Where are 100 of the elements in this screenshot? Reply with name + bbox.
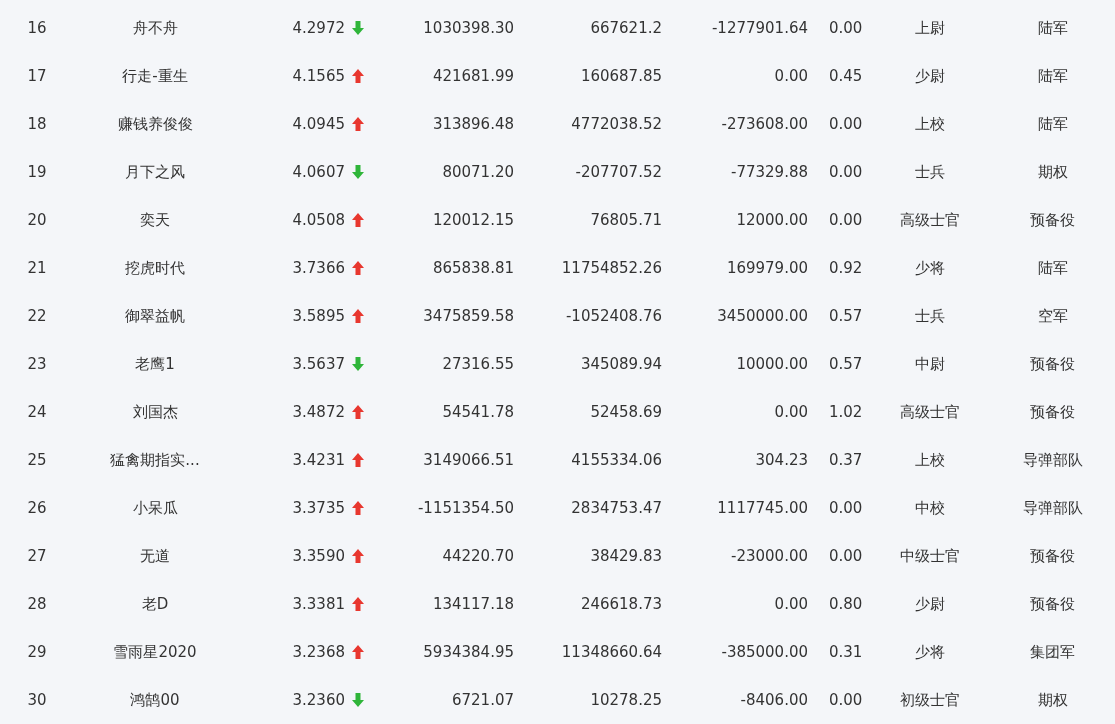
up-arrow-icon [350,404,365,420]
table-cell-text: 76805.71 [589,211,662,229]
rank-title: 上校 [914,114,946,134]
branch-label: 预备役 [1029,546,1076,566]
table-cell-text: 3475859.58 [422,307,514,325]
table-cell-text: 1.02 [828,403,864,421]
rank-title: 高级士官 [899,210,961,230]
table-cell-text: 134117.18 [431,595,514,613]
rank-title: 士兵 [914,162,946,182]
table-cell-text: 345089.94 [579,355,662,373]
table-cell-text: 11348660.64 [560,643,662,661]
branch-label: 预备役 [1029,402,1076,422]
table-cell-text: 0.00 [828,19,864,37]
table-cell-text: 5934384.95 [422,643,514,661]
table-cell-text: -1277901.64 [710,19,808,37]
table-cell-text: 0.45 [828,67,864,85]
table-cell-text: 3450000.00 [716,307,808,325]
up-arrow-icon [350,548,365,564]
rank-number: 23 [26,355,48,373]
table-cell-text: 4772038.52 [570,115,662,133]
branch-label: 陆军 [1036,258,1069,278]
table-cell-text: 0.92 [828,259,864,277]
table-cell-text: 10278.25 [589,691,662,709]
user-name: 猛禽期指实... [109,450,201,470]
table-cell-text: 80071.20 [441,163,514,181]
table-cell-text: 0.00 [773,67,808,85]
table-cell-text: 667621.2 [589,19,662,37]
down-arrow-icon [350,164,365,180]
user-name: 赚钱养俊俊 [116,114,194,134]
rank-number: 17 [26,67,48,85]
user-name: 老鹰1 [134,354,176,374]
up-arrow-icon [350,260,365,276]
table-cell-text: 11754852.26 [560,259,662,277]
rank-title: 初级士官 [899,690,961,710]
table-cell-text: 120012.15 [431,211,514,229]
user-name: 老D [140,594,170,614]
user-name: 无道 [139,546,171,566]
branch-label: 期权 [1036,162,1069,182]
user-name: 行走-重生 [121,66,189,86]
table-cell-text: -1052408.76 [564,307,662,325]
table-cell-text: 38429.83 [589,547,662,565]
branch-label: 导弹部队 [1021,498,1084,518]
branch-label: 预备役 [1029,594,1076,614]
rank-number: 22 [26,307,48,325]
user-name: 雪雨星2020 [112,642,198,662]
branch-label: 陆军 [1036,66,1069,86]
rank-title: 少将 [914,258,946,278]
rank-title: 少将 [914,642,946,662]
table-cell-text: 313896.48 [431,115,514,133]
down-arrow-icon [350,356,365,372]
branch-label: 预备役 [1029,210,1076,230]
table-cell-text: 0.00 [828,691,864,709]
score-value: 3.2368 [291,643,345,661]
branch-label: 预备役 [1029,354,1076,374]
table-cell-text: 865838.81 [431,259,514,277]
score-value: 4.2972 [291,19,345,37]
score-value: 3.4872 [291,403,345,421]
table-cell-text: 0.00 [828,547,864,565]
rank-title: 少尉 [914,66,946,86]
table-cell-text: 27316.55 [441,355,514,373]
table-cell-text: 52458.69 [589,403,662,421]
table-cell-text: 0.00 [773,595,808,613]
score-value: 3.3735 [291,499,345,517]
rank-number: 20 [26,211,48,229]
user-name: 挖虎时代 [124,258,186,278]
branch-label: 陆军 [1036,18,1069,38]
up-arrow-icon [350,308,365,324]
user-name: 月下之风 [124,162,186,182]
score-value: 3.4231 [291,451,345,469]
up-arrow-icon [350,452,365,468]
down-arrow-icon [350,692,365,708]
table-cell-text: 304.23 [754,451,808,469]
branch-label: 空军 [1036,306,1069,326]
up-arrow-icon [350,116,365,132]
rank-number: 26 [26,499,48,517]
table-cell-text: 0.00 [828,499,864,517]
table-cell-text: 0.57 [828,307,864,325]
table-cell-text: 44220.70 [441,547,514,565]
rank-title: 上校 [914,450,946,470]
table-cell-text: 169979.00 [725,259,808,277]
table-cell-text: 1030398.30 [422,19,514,37]
table-cell-text: -273608.00 [720,115,808,133]
table-cell-text: -23000.00 [730,547,808,565]
score-value: 4.1565 [291,67,345,85]
score-value: 4.0945 [291,115,345,133]
score-value: 3.3590 [291,547,345,565]
table-cell-text: 3149066.51 [422,451,514,469]
table-cell-text: 54541.78 [441,403,514,421]
branch-label: 导弹部队 [1021,450,1084,470]
user-name: 奕天 [139,210,171,230]
user-name: 刘国杰 [131,402,179,422]
table-cell-text: 0.80 [828,595,864,613]
up-arrow-icon [350,500,365,516]
score-value: 3.7366 [291,259,345,277]
score-value: 3.2360 [291,691,345,709]
rank-title: 中尉 [914,354,946,374]
user-name: 舟不舟 [131,18,179,38]
table-cell-text: -77329.88 [730,163,808,181]
table-cell-text: 0.00 [828,163,864,181]
table-cell-text: 421681.99 [431,67,514,85]
